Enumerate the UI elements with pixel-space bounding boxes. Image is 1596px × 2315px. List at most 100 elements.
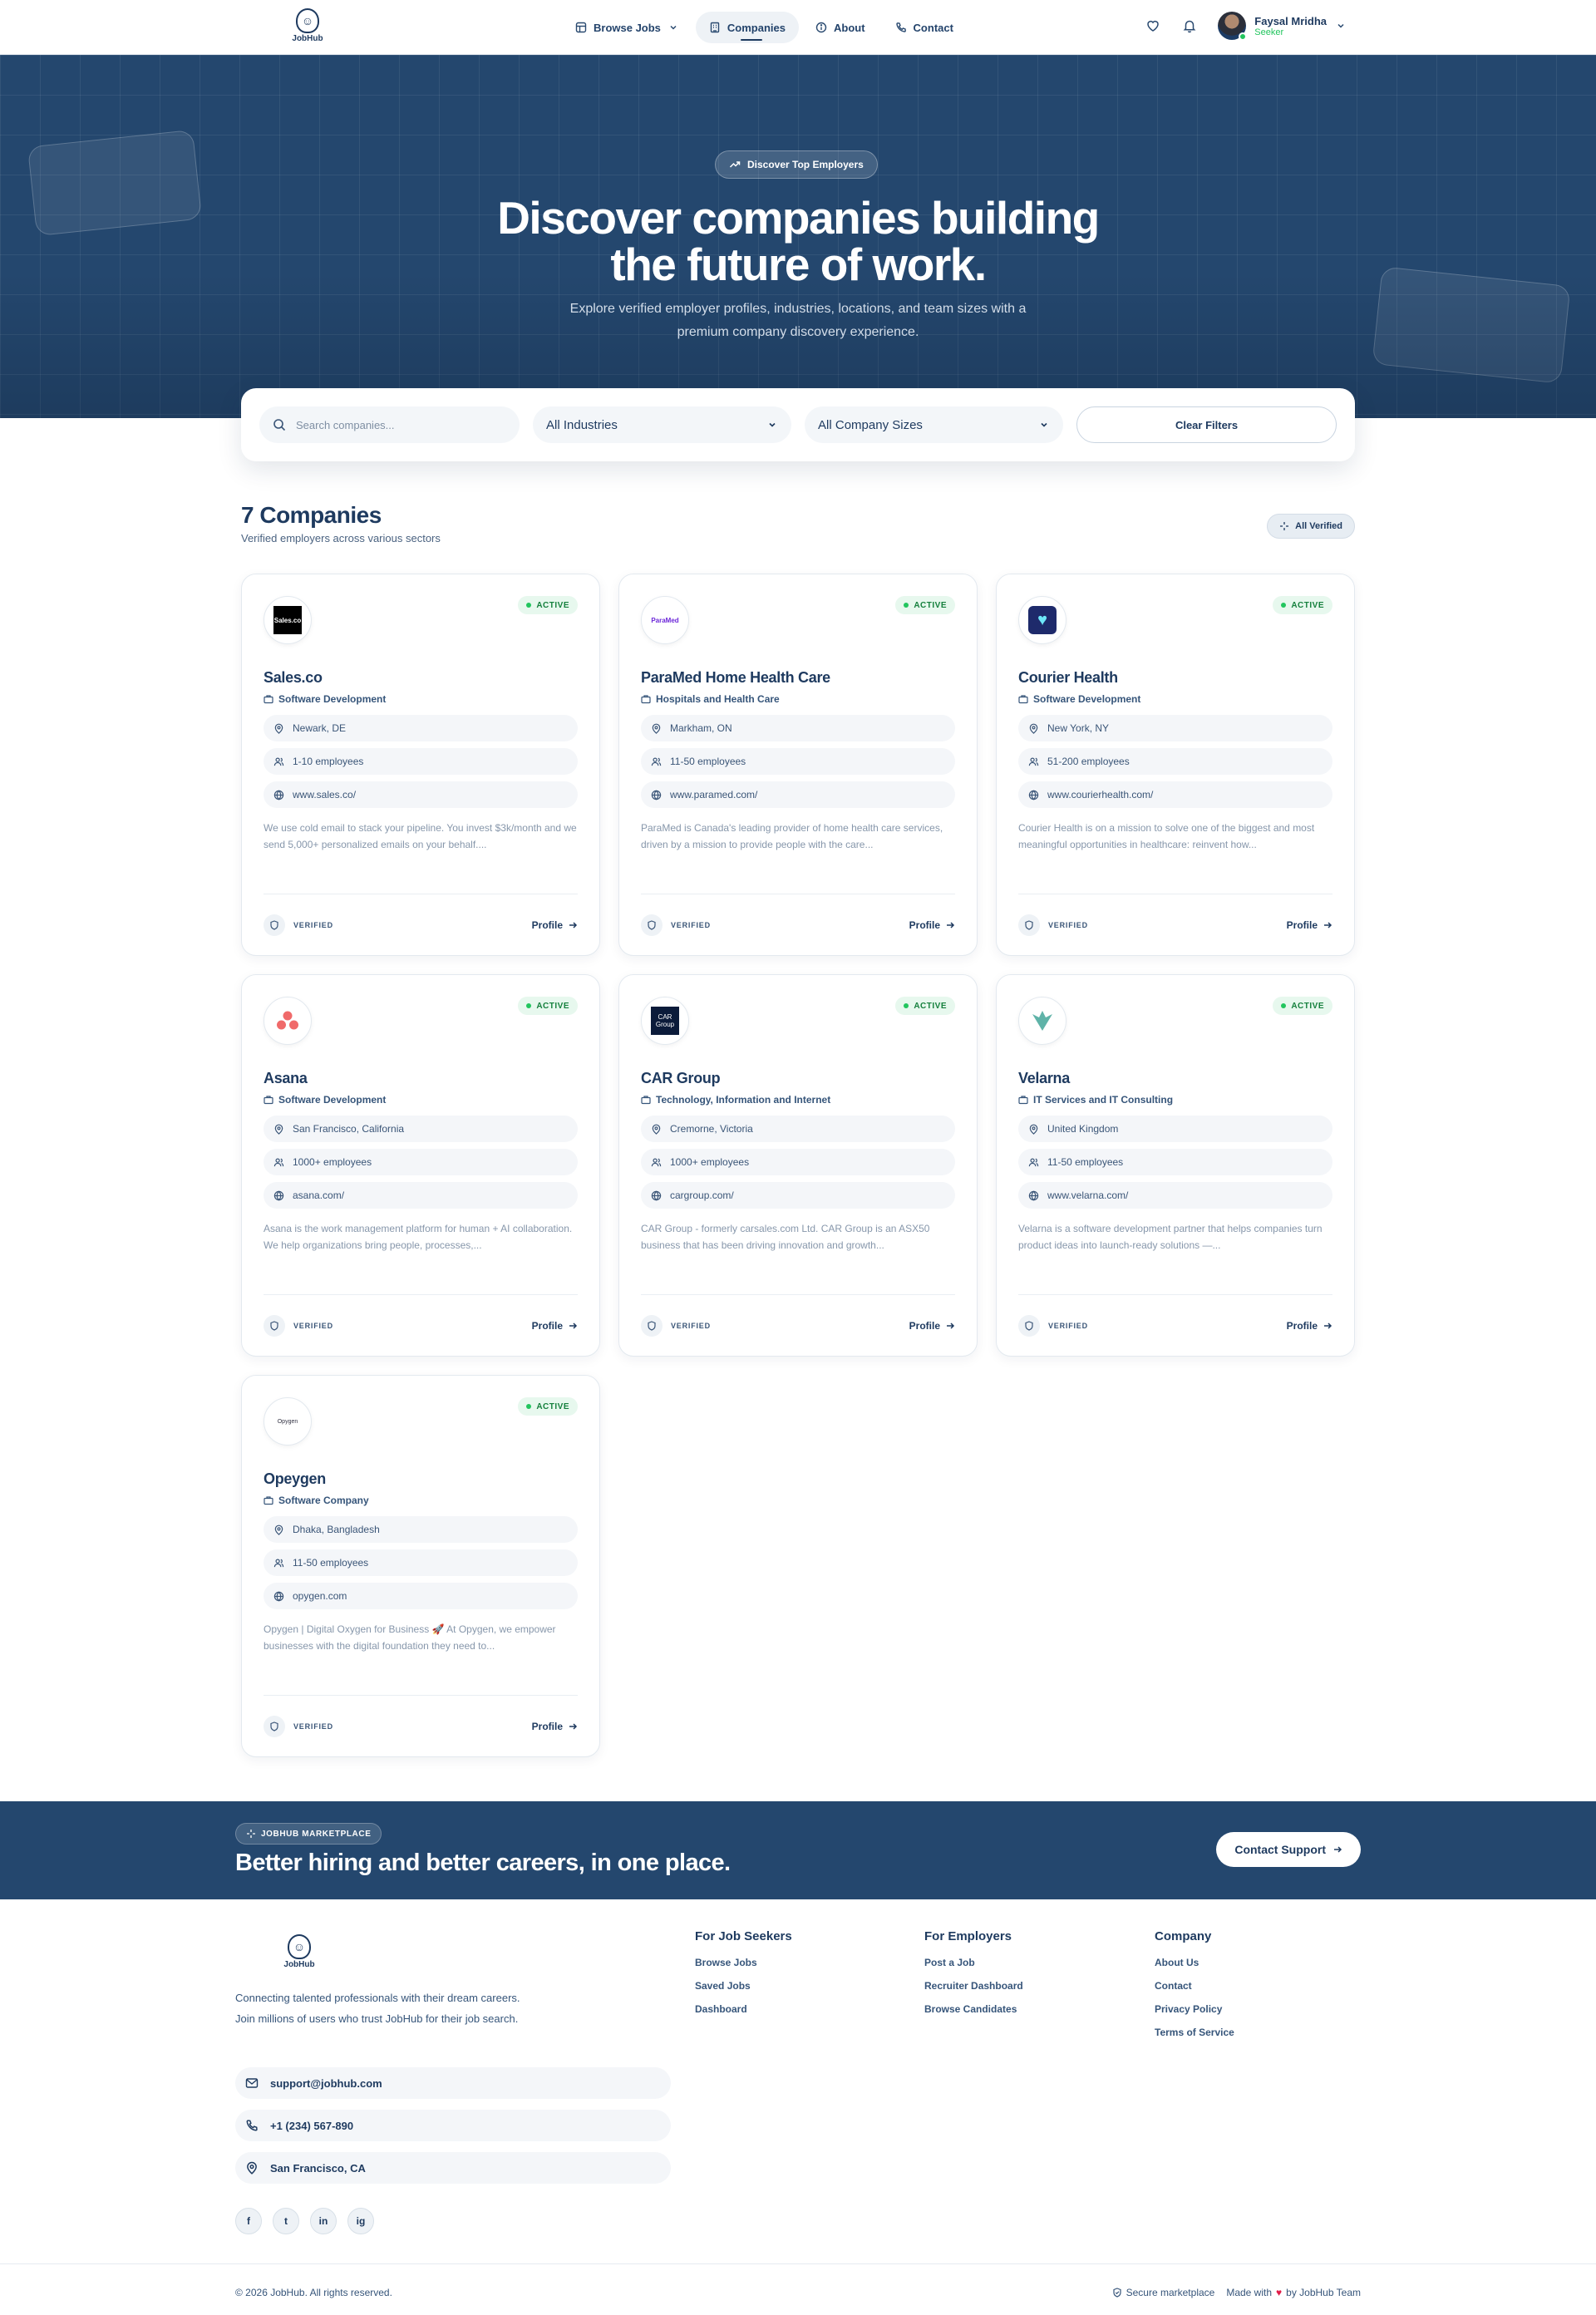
company-website[interactable]: asana.com/: [264, 1182, 578, 1209]
made-with-suffix: by JobHub Team: [1286, 2287, 1361, 2298]
status-badge: ACTIVE: [895, 596, 955, 614]
footer-email[interactable]: support@jobhub.com: [235, 2067, 671, 2099]
globe-icon: [273, 1190, 284, 1200]
company-size: 1-10 employees: [264, 748, 578, 775]
map-pin-icon: [1029, 723, 1038, 734]
footer-col-employers: For Employers Post a Job Recruiter Dashb…: [924, 1929, 1023, 2027]
bell-icon[interactable]: [1181, 17, 1198, 34]
search-input[interactable]: Search companies...: [259, 406, 520, 443]
verified-label: VERIFIED: [671, 920, 711, 929]
users-icon: [273, 1559, 284, 1567]
company-card[interactable]: ParaMed ACTIVE ParaMed Home Health Care …: [618, 574, 978, 956]
companies-header: 7 Companies Verified employers across va…: [241, 502, 1355, 544]
company-website-label: www.velarna.com/: [1047, 1190, 1129, 1201]
footer-link[interactable]: Recruiter Dashboard: [924, 1980, 1023, 1992]
contact-support-button[interactable]: Contact Support: [1216, 1832, 1361, 1867]
company-location-label: San Francisco, California: [293, 1123, 405, 1135]
top-navbar: ☺ JobHub Browse Jobs Companies About Con…: [0, 0, 1596, 55]
briefcase-icon: [264, 1096, 273, 1105]
nav-companies-label: Companies: [727, 21, 786, 34]
company-website-label: www.sales.co/: [293, 789, 357, 800]
footer-link[interactable]: Post a Job: [924, 1957, 1023, 1968]
secure-marketplace-label: Secure marketplace: [1126, 2287, 1215, 2298]
jobhub-logo[interactable]: ☺ JobHub: [292, 8, 323, 47]
all-verified-chip[interactable]: All Verified: [1267, 514, 1355, 539]
profile-link[interactable]: Profile: [532, 1320, 578, 1332]
heart-icon[interactable]: [1145, 17, 1161, 34]
map-pin-icon: [247, 2161, 257, 2175]
company-card[interactable]: ACTIVE Velarna IT Services and IT Consul…: [996, 974, 1355, 1357]
verified-label: VERIFIED: [293, 920, 333, 929]
company-name: Sales.co: [264, 669, 323, 686]
sparkle-icon: [247, 1830, 255, 1838]
nav-browse-jobs-label: Browse Jobs: [594, 21, 661, 34]
footer-link[interactable]: About Us: [1155, 1957, 1234, 1968]
clear-filters-button[interactable]: Clear Filters: [1076, 406, 1337, 443]
footer-logo[interactable]: ☺ JobHub: [283, 1934, 315, 1973]
company-card[interactable]: ♥ ACTIVE Courier Health Software Develop…: [996, 574, 1355, 956]
company-website[interactable]: www.courierhealth.com/: [1018, 781, 1332, 808]
logo-mark-icon: ☺: [288, 1934, 311, 1959]
globe-icon: [1028, 1190, 1039, 1200]
company-size: 11-50 employees: [264, 1549, 578, 1576]
hero-section: Discover Top Employers Discover companie…: [0, 55, 1596, 418]
footer-link[interactable]: Dashboard: [695, 2003, 792, 2015]
facebook-icon[interactable]: f: [235, 2208, 262, 2234]
footer-link[interactable]: Saved Jobs: [695, 1980, 792, 1992]
map-pin-icon: [1029, 1124, 1038, 1135]
company-location: San Francisco, California: [264, 1116, 578, 1142]
profile-link[interactable]: Profile: [532, 1721, 578, 1732]
nav-about[interactable]: About: [802, 12, 879, 43]
company-card[interactable]: CAR Group ACTIVE CAR Group Technology, I…: [618, 974, 978, 1357]
instagram-icon[interactable]: ig: [347, 2208, 374, 2234]
nav-companies[interactable]: Companies: [695, 12, 799, 43]
nav-contact[interactable]: Contact: [882, 12, 967, 43]
company-website[interactable]: www.paramed.com/: [641, 781, 955, 808]
users-icon: [651, 757, 662, 766]
company-industry-label: Hospitals and Health Care: [656, 693, 780, 705]
linkedin-icon[interactable]: in: [310, 2208, 337, 2234]
profile-link[interactable]: Profile: [909, 919, 955, 931]
company-description: Courier Health is on a mission to solve …: [1018, 822, 1315, 850]
footer-link[interactable]: Browse Jobs: [695, 1957, 792, 1968]
industry-select-value: All Industries: [546, 417, 618, 432]
company-card[interactable]: ACTIVE Asana Software Development San Fr…: [241, 974, 600, 1357]
company-size-select[interactable]: All Company Sizes: [805, 406, 1064, 443]
company-card[interactable]: Opygen ACTIVE Opeygen Software Company D…: [241, 1375, 600, 1757]
users-icon: [1028, 1158, 1039, 1166]
cta-band: JOBHUB MARKETPLACE Better hiring and bet…: [0, 1801, 1596, 1899]
company-website[interactable]: www.velarna.com/: [1018, 1182, 1332, 1209]
footer-link[interactable]: Contact: [1155, 1980, 1234, 1992]
company-card[interactable]: Sales.co ACTIVE Sales.co Software Develo…: [241, 574, 600, 956]
briefcase-icon: [264, 695, 273, 704]
social-links: f t in ig: [235, 2208, 374, 2234]
company-website[interactable]: opygen.com: [264, 1583, 578, 1609]
profile-link[interactable]: Profile: [1287, 1320, 1332, 1332]
filter-bar: Search companies... All Industries All C…: [241, 388, 1355, 461]
chevron-down-icon: [1041, 422, 1047, 427]
phone-icon: [895, 22, 906, 32]
footer-link[interactable]: Terms of Service: [1155, 2027, 1234, 2038]
company-logo: CAR Group: [641, 997, 689, 1045]
profile-link[interactable]: Profile: [909, 1320, 955, 1332]
profile-link[interactable]: Profile: [532, 919, 578, 931]
profile-link[interactable]: Profile: [1287, 919, 1332, 931]
heart-icon: ♥: [1037, 610, 1047, 629]
twitter-icon[interactable]: t: [273, 2208, 299, 2234]
card-footer: VERIFIED Profile: [1018, 1294, 1332, 1356]
footer-phone[interactable]: +1 (234) 567-890: [235, 2110, 671, 2141]
status-badge: ACTIVE: [1273, 997, 1332, 1015]
verified-label: VERIFIED: [1048, 920, 1088, 929]
company-details: Markham, ON 11-50 employees www.paramed.…: [641, 715, 955, 808]
footer-logo-inner: ☺ JobHub: [283, 1934, 315, 1973]
company-industry-label: IT Services and IT Consulting: [1033, 1094, 1174, 1106]
company-name: CAR Group: [641, 1070, 721, 1086]
company-website[interactable]: cargroup.com/: [641, 1182, 955, 1209]
industry-select[interactable]: All Industries: [533, 406, 792, 443]
footer-link[interactable]: Privacy Policy: [1155, 2003, 1234, 2015]
nav-browse-jobs[interactable]: Browse Jobs: [562, 12, 692, 43]
footer-link[interactable]: Browse Candidates: [924, 2003, 1023, 2015]
user-menu[interactable]: Faysal Mridha Seeker: [1218, 12, 1347, 41]
company-logo: Opygen: [264, 1397, 312, 1446]
company-website[interactable]: www.sales.co/: [264, 781, 578, 808]
